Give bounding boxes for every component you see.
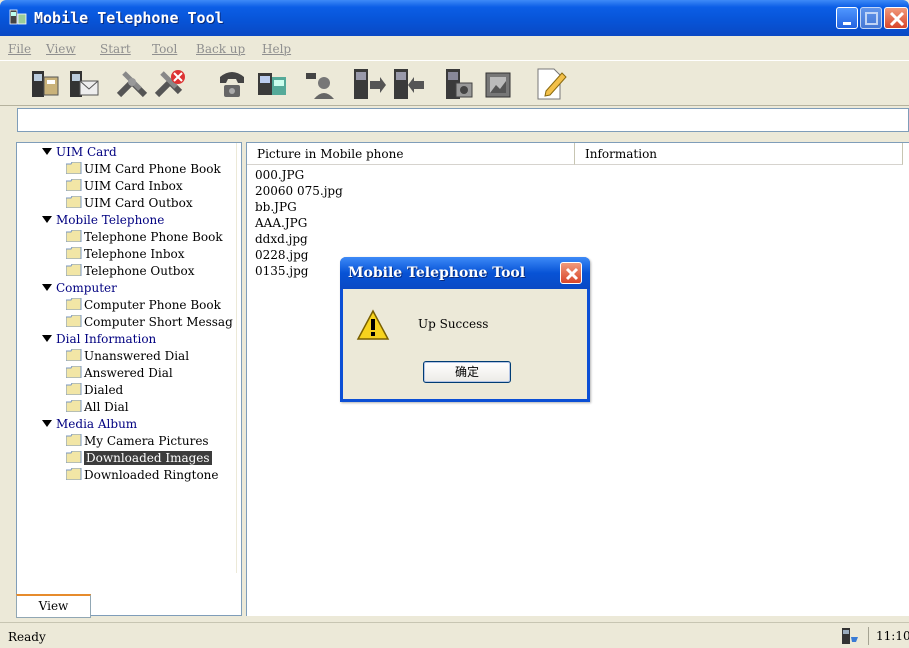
expand-arrow-icon[interactable] [42, 216, 52, 223]
column-header-information[interactable]: Information [575, 143, 903, 165]
tree-category-computer[interactable]: Computer [42, 281, 117, 298]
file-item[interactable]: 20060 075.jpg [255, 183, 343, 199]
folder-icon [66, 315, 82, 327]
tree-item-dialed[interactable]: Dialed [66, 383, 123, 400]
tree-item-answered-dial[interactable]: Answered Dial [66, 366, 173, 383]
success-dialog: Mobile Telephone Tool Up Success 确定 [340, 257, 590, 402]
expand-arrow-icon[interactable] [42, 335, 52, 342]
folder-icon [66, 349, 82, 361]
folder-icon [66, 247, 82, 259]
address-bar[interactable] [17, 108, 909, 132]
ok-button[interactable]: 确定 [423, 361, 511, 383]
window-title: Mobile Telephone Tool [34, 9, 224, 27]
tree-category-uim-card[interactable]: UIM Card [42, 145, 117, 162]
dialog-title: Mobile Telephone Tool [348, 265, 526, 281]
upload-icon[interactable] [350, 65, 386, 103]
tree-item-computer-phone-book[interactable]: Computer Phone Book [66, 298, 221, 315]
tree-category-mobile-telephone[interactable]: Mobile Telephone [42, 213, 164, 230]
folder-icon [66, 383, 82, 395]
expand-arrow-icon[interactable] [42, 420, 52, 427]
tree-item-downloaded-images[interactable]: Downloaded Images [66, 451, 212, 468]
disconnect-icon[interactable] [152, 65, 188, 103]
tree-item-uim-phone-book[interactable]: UIM Card Phone Book [66, 162, 221, 179]
toolbar [0, 60, 909, 106]
folder-icon [66, 366, 82, 378]
tab-view[interactable]: View [16, 594, 91, 618]
tree-item-downloaded-ringtone[interactable]: Downloaded Ringtone [66, 468, 219, 485]
folder-icon [66, 298, 82, 310]
expand-arrow-icon[interactable] [42, 148, 52, 155]
download-icon[interactable] [390, 65, 426, 103]
folder-icon [66, 162, 82, 174]
tree-item-telephone-outbox[interactable]: Telephone Outbox [66, 264, 194, 281]
title-bar: Mobile Telephone Tool [0, 0, 909, 36]
folder-icon [66, 179, 82, 191]
tree-item-unanswered-dial[interactable]: Unanswered Dial [66, 349, 189, 366]
sms-icon[interactable] [66, 65, 102, 103]
dialog-close-button[interactable] [560, 262, 582, 284]
file-item[interactable]: 0135.jpg [255, 263, 308, 279]
dialog-message: Up Success [418, 317, 489, 331]
menu-view[interactable]: View [46, 42, 76, 56]
menu-help[interactable]: Help [262, 42, 291, 56]
status-text: Ready [8, 630, 46, 644]
phone-status-icon [842, 628, 858, 644]
edit-icon[interactable] [532, 65, 568, 103]
warning-icon [356, 309, 390, 340]
column-header-picture[interactable]: Picture in Mobile phone [247, 143, 575, 165]
file-item[interactable]: 0228.jpg [255, 247, 308, 263]
folder-icon [66, 400, 82, 412]
close-button[interactable] [884, 7, 908, 29]
folder-icon [66, 451, 82, 463]
folder-icon [66, 264, 82, 276]
app-icon [9, 9, 27, 25]
album-icon[interactable] [480, 65, 516, 103]
file-item[interactable]: AAA.JPG [255, 215, 307, 231]
tree-item-my-camera-pictures[interactable]: My Camera Pictures [66, 434, 209, 451]
camera-icon[interactable] [440, 65, 476, 103]
tree-category-media-album[interactable]: Media Album [42, 417, 137, 434]
tree-item-uim-inbox[interactable]: UIM Card Inbox [66, 179, 183, 196]
menu-start[interactable]: Start [100, 42, 131, 56]
status-clock: 11:10 [868, 627, 909, 645]
minimize-button[interactable] [836, 7, 858, 29]
tree-item-computer-short-messages[interactable]: Computer Short Messag [66, 315, 242, 332]
connect-icon[interactable] [114, 65, 150, 103]
menu-file[interactable]: File [8, 42, 31, 56]
menu-bar: File View Start Tool Back up Help [0, 40, 909, 58]
status-bar: Ready 11:10 [0, 622, 909, 648]
folder-icon [66, 468, 82, 480]
tree-item-telephone-inbox[interactable]: Telephone Inbox [66, 247, 185, 264]
maximize-button[interactable] [860, 7, 882, 29]
menu-backup[interactable]: Back up [196, 42, 245, 56]
tree-item-all-dial[interactable]: All Dial [66, 400, 129, 417]
file-item[interactable]: bb.JPG [255, 199, 297, 215]
menu-tool[interactable]: Tool [152, 42, 177, 56]
tree-category-dial-information[interactable]: Dial Information [42, 332, 156, 349]
tree-item-uim-outbox[interactable]: UIM Card Outbox [66, 196, 193, 213]
folder-icon [66, 230, 82, 242]
folder-icon [66, 196, 82, 208]
file-item[interactable]: ddxd.jpg [255, 231, 308, 247]
dial-icon[interactable] [214, 65, 250, 103]
dialog-title-bar: Mobile Telephone Tool [340, 257, 590, 289]
tree-item-telephone-phone-book[interactable]: Telephone Phone Book [66, 230, 223, 247]
contact-icon[interactable] [302, 65, 338, 103]
sync-icon[interactable] [254, 65, 290, 103]
file-item[interactable]: 000.JPG [255, 167, 304, 183]
phone-book-icon[interactable] [28, 65, 64, 103]
expand-arrow-icon[interactable] [42, 284, 52, 291]
folder-icon [66, 434, 82, 446]
